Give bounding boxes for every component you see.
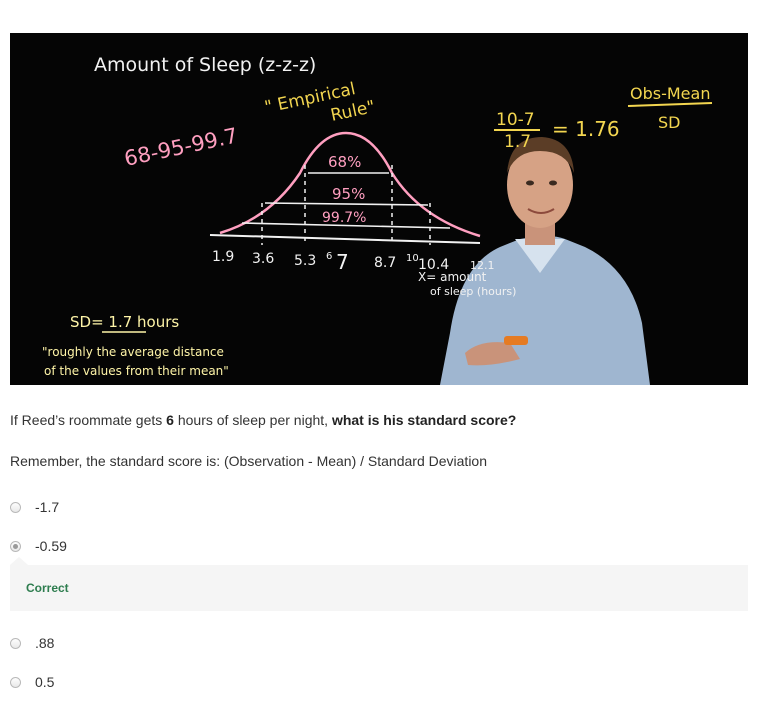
tick-label: 10 (406, 253, 419, 264)
question-text: If Reed’s roommate gets 6 hours of sleep… (10, 412, 517, 428)
radio-button[interactable] (10, 637, 21, 649)
lecture-video[interactable]: Amount of Sleep (z-z-z) " Empirical Rule… (10, 33, 748, 385)
quote-line-1: "roughly the average distance (42, 345, 224, 359)
x-axis-label-2: of sleep (hours) (430, 285, 516, 298)
reminder-text: Remember, the standard score is: (Observ… (10, 453, 487, 469)
tick-label: 6 (326, 251, 332, 262)
answer-option[interactable]: .88 (10, 632, 54, 654)
radio-button[interactable] (10, 501, 21, 513)
tick-label: 3.6 (252, 251, 274, 267)
answer-option-selected[interactable]: -0.59 (10, 535, 67, 557)
feedback-caret (10, 557, 28, 565)
pct-95: 95% (332, 185, 365, 203)
pct-68: 68% (328, 153, 361, 171)
sd-note: SD= 1.7 hours (70, 313, 179, 331)
answer-option[interactable]: 0.5 (10, 671, 54, 693)
answer-option[interactable]: -1.7 (10, 496, 59, 518)
formula-denominator: 1.7 (504, 132, 531, 152)
formula-result: = 1.76 (552, 117, 620, 141)
question-emphasis: what is his standard score? (331, 412, 517, 428)
formula-numerator: 10-7 (496, 110, 535, 130)
tick-label: 5.3 (294, 253, 316, 269)
option-label: -0.59 (35, 538, 67, 554)
radio-button[interactable] (10, 676, 21, 688)
lightboard-drawing: Amount of Sleep (z-z-z) " Empirical Rule… (42, 54, 713, 385)
board-title: Amount of Sleep (z-z-z) (94, 54, 316, 76)
feedback-text: Correct (26, 581, 69, 595)
sd-fraction-label: SD (658, 113, 680, 132)
x-axis-label-1: X= amount (418, 270, 487, 284)
tick-label: 8.7 (374, 255, 396, 271)
empirical-percentages: 68-95-99.7 (122, 123, 240, 170)
quote-line-2: of the values from their mean" (44, 364, 229, 378)
radio-button-checked[interactable] (10, 540, 21, 552)
pct-997: 99.7% (322, 210, 366, 226)
option-label: 0.5 (35, 674, 55, 690)
tick-label: 1.9 (212, 249, 234, 265)
option-label: .88 (35, 635, 55, 651)
obs-mean-label: Obs-Mean (630, 84, 710, 103)
question-hours: 6 (166, 412, 174, 428)
feedback-box: Correct (10, 565, 748, 611)
option-label: -1.7 (35, 499, 60, 515)
tick-label: 7 (336, 250, 349, 274)
